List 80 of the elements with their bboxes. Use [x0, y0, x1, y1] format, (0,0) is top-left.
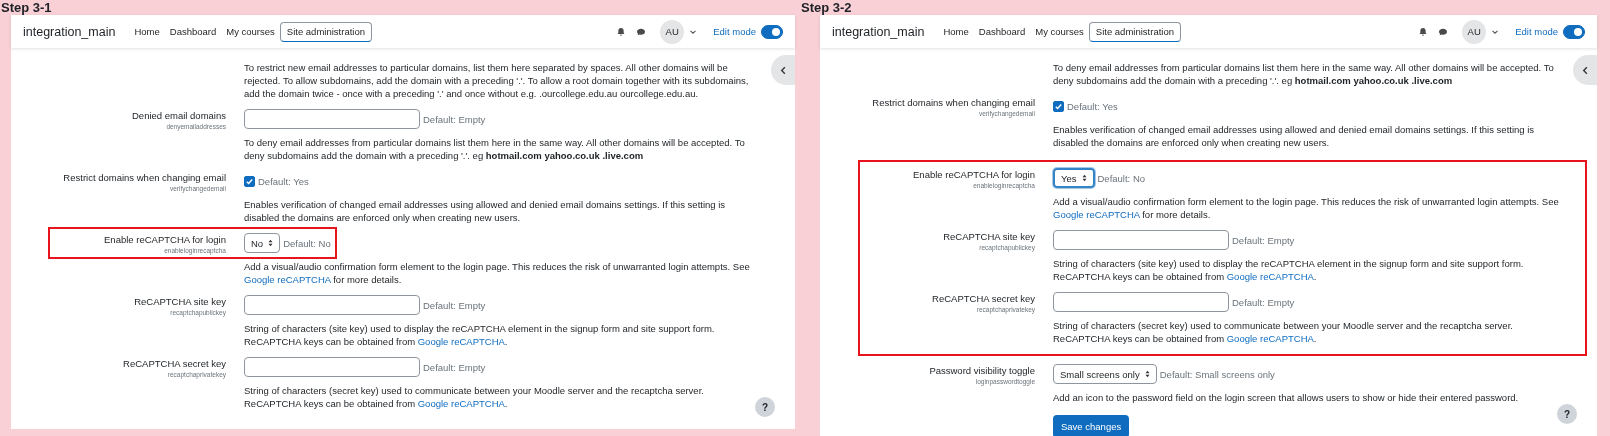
- setting-description: Add an icon to the password field on the login screen that allows users to show or hide their entered password.: [1053, 391, 1520, 404]
- input-field[interactable]: [244, 295, 420, 315]
- chat-icon[interactable]: [636, 26, 647, 37]
- default-value: Default: Empty: [423, 113, 486, 125]
- edit-mode-toggle[interactable]: [761, 24, 783, 39]
- input-field[interactable]: [244, 109, 420, 129]
- setting-description: String of characters (site key) used to display the reCAPTCHA element in the signup form and site support form. ReCAPTCHA keys can be obtained from Google reCAPTCHA.: [244, 322, 716, 348]
- chat-icon[interactable]: [1438, 26, 1449, 37]
- edit-mode-label: Edit mode: [1515, 26, 1558, 37]
- chevron-left-icon[interactable]: [778, 65, 788, 75]
- select-dropdown[interactable]: Yes: [1053, 168, 1095, 188]
- setting-label: ReCAPTCHA site key: [134, 296, 226, 308]
- default-value: Default: Small screens only: [1159, 368, 1275, 380]
- user-avatar[interactable]: AU: [660, 19, 685, 44]
- setting-description: String of characters (secret key) used to communicate between your Moodle server and the recaptcha server. ReCAPTCHA keys can be obtained from Google reCAPTCHA.: [1053, 319, 1514, 345]
- select-dropdown[interactable]: Small screens only: [1053, 364, 1157, 384]
- setting-label: Restrict domains when changing email: [872, 97, 1035, 109]
- setting-description: String of characters (site key) used to display the reCAPTCHA element in the signup form and site support form. ReCAPTCHA keys can be obtained from Google reCAPTCHA.: [1053, 257, 1525, 283]
- setting-description: To restrict new email addresses to particular domains, list them here separated by spaces. All other domains will be rejected. To allow subdomains, add the domain with a preceding '.'. To allow a root domain together with its subdomains, add the domain twice - once with a preceding '.' and once without e.g. .ourcollege.edu.au ourcollege.edu.au.: [244, 61, 750, 100]
- chevron-left-icon[interactable]: [1580, 65, 1590, 75]
- input-field[interactable]: [1053, 292, 1229, 312]
- nav-link[interactable]: Site administration: [279, 21, 372, 42]
- setting-description: Enables verification of changed email addresses using allowed and denied email domains settings. If this setting is disabled the domains are enforced only when creating new users.: [1053, 123, 1536, 149]
- nav-link[interactable]: Dashboard: [973, 15, 1031, 48]
- save-button[interactable]: Save changes: [1053, 415, 1130, 436]
- setting-label: ReCAPTCHA site key: [943, 231, 1035, 243]
- default-value: Default: Yes: [1067, 100, 1118, 112]
- site-name[interactable]: integration_main: [23, 24, 116, 39]
- select-dropdown[interactable]: No: [244, 233, 281, 253]
- nav-link[interactable]: Home: [938, 15, 974, 48]
- input-field[interactable]: [1053, 230, 1229, 250]
- nav-link[interactable]: My courses: [1030, 15, 1089, 48]
- default-value: Default: Yes: [258, 175, 309, 187]
- help-link[interactable]: Google reCAPTCHA: [1226, 271, 1314, 282]
- default-value: Default: Empty: [1232, 234, 1295, 246]
- default-value: Default: No: [283, 237, 331, 249]
- setting-description: Enables verification of changed email addresses using allowed and denied email domains settings. If this setting is disabled the domains are enforced only when creating new users.: [244, 198, 727, 224]
- help-link[interactable]: Google reCAPTCHA: [1226, 333, 1314, 344]
- updown-caret-icon: [1081, 174, 1087, 182]
- checkbox[interactable]: [1053, 100, 1064, 112]
- default-value: Default: Empty: [423, 299, 486, 311]
- setting-label: Enable reCAPTCHA for login: [913, 169, 1035, 181]
- bell-icon[interactable]: [1418, 26, 1429, 37]
- checkbox[interactable]: [244, 175, 255, 187]
- site-name[interactable]: integration_main: [832, 24, 925, 39]
- help-link[interactable]: Google reCAPTCHA: [417, 336, 505, 347]
- step-label: Step 3-1: [0, 0, 53, 15]
- default-value: Default: Empty: [1232, 296, 1295, 308]
- help-link[interactable]: Google reCAPTCHA: [417, 398, 505, 409]
- edit-mode-label: Edit mode: [713, 26, 756, 37]
- help-link[interactable]: Google reCAPTCHA: [244, 274, 331, 285]
- help-button[interactable]: ?: [1557, 404, 1577, 424]
- setting-label: Password visibility toggle: [929, 365, 1035, 377]
- step-label: Step 3-2: [800, 0, 853, 15]
- input-field[interactable]: [244, 357, 420, 377]
- setting-label: Enable reCAPTCHA for login: [104, 234, 226, 246]
- setting-label: Denied email domains: [132, 110, 226, 122]
- nav-link[interactable]: My courses: [221, 15, 280, 48]
- edit-mode-toggle[interactable]: [1563, 24, 1585, 39]
- nav-link[interactable]: Home: [129, 15, 165, 48]
- setting-description: String of characters (secret key) used to communicate between your Moodle server and the recaptcha server. ReCAPTCHA keys can be obtained from Google reCAPTCHA.: [244, 384, 705, 410]
- updown-caret-icon: [268, 239, 274, 247]
- default-value: Default: No: [1097, 172, 1146, 184]
- setting-label: Restrict domains when changing email: [63, 172, 226, 184]
- help-link[interactable]: Google reCAPTCHA: [1053, 209, 1140, 220]
- setting-description: Add a visual/audio confirmation form element to the login page. This reduces the risk of unwarranted login attempts. See Google reCAPTCHA for more details.: [244, 260, 751, 286]
- bell-icon[interactable]: [616, 26, 627, 37]
- drawer-toggle[interactable]: [771, 55, 795, 85]
- user-avatar[interactable]: AU: [1462, 19, 1487, 44]
- setting-description: To deny email addresses from particular domains list them here in the same way. All other domains will be accepted. To deny subdomains add the domain with a preceding '.'. eg hotmail.com yahoo.co.uk .live.com: [244, 136, 746, 162]
- setting-label: ReCAPTCHA secret key: [123, 358, 226, 370]
- setting-description: To deny email addresses from particular domains list them here in the same way. All other domains will be accepted. To deny subdomains add the domain with a preceding '.'. eg hotmail.com yahoo.co.uk .live.com: [1053, 61, 1555, 87]
- updown-caret-icon: [1144, 370, 1150, 378]
- help-button[interactable]: ?: [755, 397, 775, 417]
- default-value: Default: Empty: [423, 361, 486, 373]
- setting-description: Add a visual/audio confirmation form element to the login page. This reduces the risk of unwarranted login attempts. See Google reCAPTCHA for more details.: [1053, 195, 1560, 221]
- nav-link[interactable]: Dashboard: [164, 15, 222, 48]
- setting-label: ReCAPTCHA secret key: [932, 293, 1035, 305]
- drawer-toggle[interactable]: [1573, 55, 1597, 85]
- nav-link[interactable]: Site administration: [1088, 21, 1181, 42]
